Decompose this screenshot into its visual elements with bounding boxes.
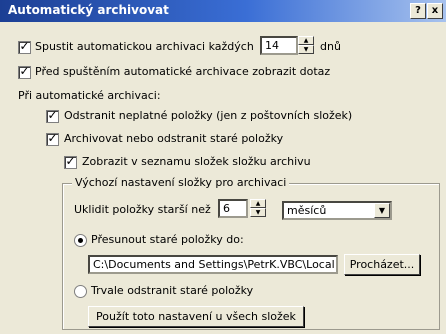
delete-expired-label: Odstranit neplatné položky (jen z poštov… — [64, 109, 353, 122]
spin-up-icon[interactable]: ▲ — [298, 36, 314, 45]
check-icon: ✓ — [47, 108, 58, 122]
auto-archive-checkbox[interactable]: ✓ — [18, 39, 31, 54]
spin-down-icon[interactable]: ▼ — [250, 208, 266, 217]
dropdown-arrow-icon[interactable]: ▼ — [374, 203, 390, 218]
apply-all-button[interactable]: Použít toto nastavení u všech složek — [88, 306, 304, 327]
help-button[interactable]: ? — [410, 3, 426, 19]
days-input[interactable]: 14 — [260, 36, 298, 55]
check-icon: ✓ — [47, 131, 58, 145]
clean-older-label: Uklidit položky starší než — [74, 203, 211, 216]
browse-button[interactable]: Procházet... — [344, 254, 420, 275]
check-icon: ✓ — [65, 154, 76, 168]
days-unit-label: dnů — [320, 40, 341, 53]
window-title: Automatický archivovat — [8, 3, 169, 17]
group-legend: Výchozí nastavení složky pro archivaci — [72, 176, 290, 189]
radio-selected-dot — [78, 238, 83, 243]
prompt-before-checkbox[interactable]: ✓ — [18, 64, 31, 79]
move-radio[interactable] — [74, 234, 87, 247]
spin-up-icon[interactable]: ▲ — [250, 199, 266, 208]
move-radio-label: Přesunout staré položky do: — [91, 233, 244, 246]
show-folder-label: Zobrazit v seznamu složek složku archivu — [82, 155, 311, 168]
spin-down-icon[interactable]: ▼ — [298, 45, 314, 54]
title-bar: Automatický archivovat ? x — [0, 0, 446, 22]
check-icon: ✓ — [19, 64, 30, 78]
archive-path-input[interactable]: C:\Documents and Settings\PetrK.VBC\Loca… — [88, 255, 338, 274]
auto-archive-label: Spustit automatickou archivaci každých — [35, 40, 254, 53]
archive-old-checkbox[interactable]: ✓ — [46, 131, 59, 146]
age-input[interactable]: 6 — [218, 199, 248, 218]
age-unit-value: měsíců — [287, 204, 327, 217]
days-spinner[interactable]: ▲ ▼ — [298, 36, 314, 55]
delete-expired-checkbox[interactable]: ✓ — [46, 108, 59, 123]
show-folder-checkbox[interactable]: ✓ — [64, 154, 77, 169]
delete-radio[interactable] — [74, 285, 87, 298]
section-label: Při automatické archivaci: — [18, 89, 161, 102]
age-unit-select[interactable]: měsíců ▼ — [282, 201, 392, 220]
prompt-before-label: Před spuštěním automatické archivace zob… — [35, 65, 331, 78]
archive-old-label: Archivovat nebo odstranit staré položky — [64, 132, 284, 145]
age-spinner[interactable]: ▲ ▼ — [250, 199, 266, 218]
close-button[interactable]: x — [427, 3, 443, 19]
check-icon: ✓ — [19, 39, 30, 53]
delete-radio-label: Trvale odstranit staré položky — [91, 284, 254, 297]
